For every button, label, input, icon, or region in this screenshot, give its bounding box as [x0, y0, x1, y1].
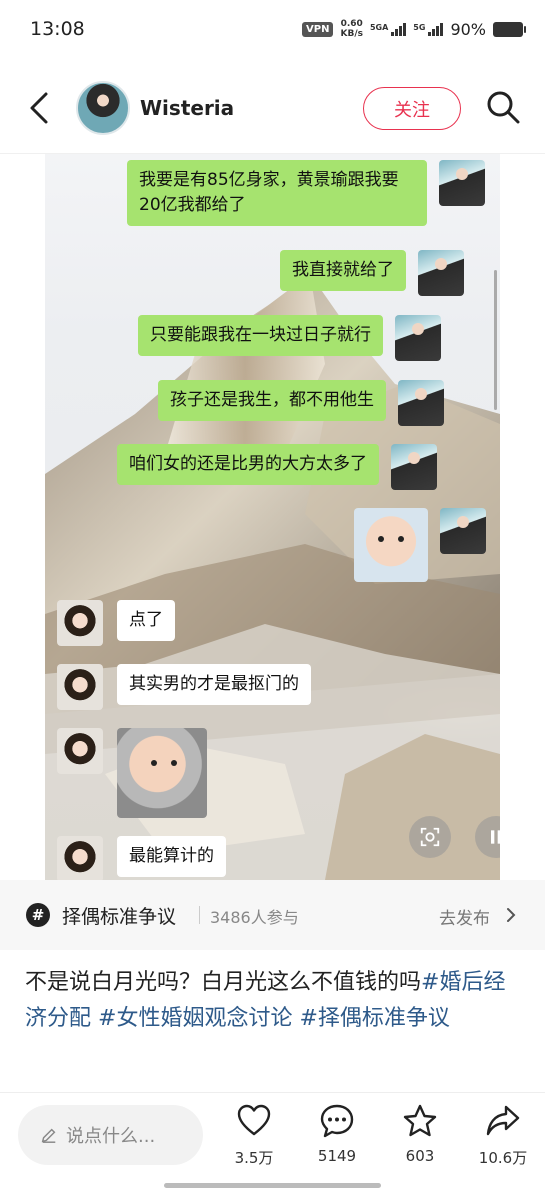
favorite-button[interactable]: 603	[390, 1103, 450, 1165]
chat-bubble: 只要能跟我在一块过日子就行	[138, 315, 383, 356]
topic-participants: 3486人参与	[210, 908, 299, 927]
chat-bubble: 咱们女的还是比男的大方太多了	[117, 444, 379, 485]
chat-avatar-left	[57, 728, 103, 774]
home-indicator[interactable]	[164, 1183, 381, 1188]
scan-icon	[420, 827, 440, 847]
search-button[interactable]	[484, 88, 522, 126]
back-button[interactable]	[22, 90, 58, 126]
chat-message-right: 我要是有85亿身家，黄景瑜跟我要20亿我都给了	[127, 160, 485, 226]
comment-input[interactable]: 说点什么...	[18, 1105, 203, 1165]
chat-avatar-left	[57, 836, 103, 880]
comment-bubble-icon	[320, 1104, 354, 1138]
chat-message-right: 只要能跟我在一块过日子就行	[138, 315, 441, 361]
post-media-image[interactable]: 我要是有85亿身家，黄景瑜跟我要20亿我都给了 我直接就给了 只要能跟我在一块过…	[45, 154, 500, 880]
favorite-count: 603	[405, 1147, 435, 1165]
chat-avatar-left	[57, 600, 103, 646]
back-arrow-icon	[30, 92, 48, 124]
hashtag-link[interactable]: #择偶标准争议	[299, 1006, 449, 1031]
chat-message-right: 咱们女的还是比男的大方太多了	[117, 444, 437, 490]
author-name[interactable]: Wisteria	[140, 96, 234, 120]
like-count: 3.5万	[234, 1149, 274, 1167]
pencil-icon	[41, 1128, 56, 1143]
status-indicators: VPN 0.60 KB/s 5GA 5G 90%	[302, 19, 526, 39]
comment-button[interactable]: 5149	[307, 1103, 367, 1165]
share-button[interactable]: 10.6万	[473, 1103, 533, 1168]
share-count: 10.6万	[478, 1149, 528, 1167]
chat-message-right: 孩子还是我生，都不用他生	[158, 380, 444, 426]
signal-5ga-label: 5GA	[369, 22, 389, 32]
net-speed-unit: KB/s	[340, 29, 363, 39]
chat-sticker-right	[354, 508, 486, 582]
chat-avatar-left	[57, 664, 103, 710]
author-avatar[interactable]	[76, 81, 130, 135]
chat-sticker-left	[57, 728, 207, 818]
chat-bubble: 最能算计的	[117, 836, 226, 877]
like-button[interactable]: 3.5万	[224, 1103, 284, 1168]
chat-bubble: 孩子还是我生，都不用他生	[158, 380, 386, 421]
chat-avatar-right	[391, 444, 437, 490]
chat-avatar-right	[395, 315, 441, 361]
search-icon	[487, 91, 520, 124]
chat-avatar-right	[439, 160, 485, 206]
hashtag-icon: #	[26, 903, 50, 927]
chat-message-left: 最能算计的	[57, 836, 226, 880]
net-speed-value: 0.60	[340, 19, 363, 29]
pause-icon	[491, 830, 500, 844]
heart-icon	[237, 1104, 271, 1136]
vpn-badge: VPN	[302, 21, 334, 37]
signal-5g-icon: 5G	[413, 22, 444, 36]
signal-5ga-icon: 5GA	[369, 22, 407, 36]
hashtag-link[interactable]: #女性婚姻观念讨论	[98, 1006, 292, 1031]
net-speed: 0.60 KB/s	[340, 19, 362, 39]
battery-icon	[493, 21, 526, 37]
post-header: Wisteria 关注	[0, 62, 545, 154]
baby-sticker-image	[354, 508, 428, 582]
topic-name: 择偶标准争议	[62, 906, 177, 928]
scan-button[interactable]	[409, 816, 451, 858]
comment-count: 5149	[317, 1147, 357, 1165]
chevron-right-icon	[507, 908, 516, 922]
scrollbar[interactable]	[494, 270, 497, 410]
battery-percent: 90%	[450, 19, 486, 39]
chat-bubble: 点了	[117, 600, 175, 641]
chat-avatar-right	[398, 380, 444, 426]
caption-text: 不是说白月光吗？白月光这么不值钱的吗	[25, 970, 422, 995]
follow-button[interactable]: 关注	[363, 87, 461, 130]
status-time: 13:08	[30, 18, 85, 40]
signal-5g-label: 5G	[413, 22, 426, 32]
chat-bubble: 我要是有85亿身家，黄景瑜跟我要20亿我都给了	[127, 160, 427, 226]
baby-finger-sticker-image	[117, 728, 207, 818]
status-bar: 13:08 VPN 0.60 KB/s 5GA 5G 90%	[0, 0, 545, 62]
divider	[199, 906, 200, 924]
chat-bubble: 其实男的才是最抠门的	[117, 664, 311, 705]
chat-avatar-right	[418, 250, 464, 296]
share-arrow-icon	[486, 1105, 520, 1136]
chat-bubble: 我直接就给了	[280, 250, 406, 291]
topic-publish-link[interactable]: 去发布	[439, 904, 490, 929]
star-icon	[403, 1104, 437, 1137]
chat-message-right: 我直接就给了	[280, 250, 464, 296]
topic-bar[interactable]: # 择偶标准争议 3486人参与 去发布	[0, 880, 545, 950]
chat-message-left: 点了	[57, 600, 175, 646]
chat-message-left: 其实男的才是最抠门的	[57, 664, 311, 710]
post-caption: 不是说白月光吗？白月光这么不值钱的吗#婚后经济分配 #女性婚姻观念讨论 #择偶标…	[25, 965, 520, 1037]
comment-placeholder: 说点什么...	[66, 1126, 156, 1147]
chat-avatar-right	[440, 508, 486, 554]
